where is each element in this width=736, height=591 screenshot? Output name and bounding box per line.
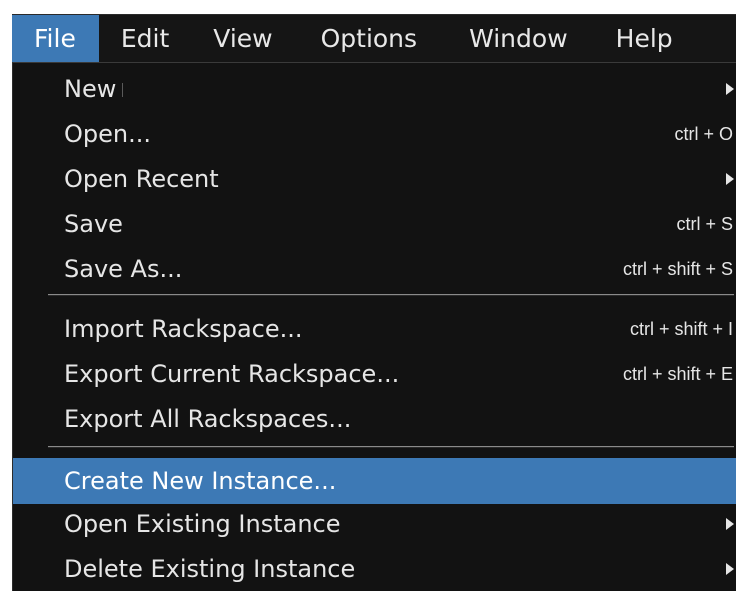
menu-help[interactable]: Help — [593, 15, 673, 62]
menu-item-label: New — [64, 66, 124, 112]
shortcut-label: ctrl + shift + S — [622, 259, 733, 279]
submenu-arrow-icon — [726, 83, 734, 95]
menu-item-open[interactable]: Open... ctrl + O — [13, 111, 736, 157]
submenu-arrow-icon — [726, 563, 734, 575]
menu-item-save-as[interactable]: Save As... ctrl + shift + S — [13, 246, 736, 292]
file-dropdown-menu: New Open... ctrl + O Open Recent Save ct… — [12, 62, 736, 591]
shortcut-label: ctrl + S — [676, 214, 733, 234]
menu-item-label: Open Existing Instance — [64, 510, 341, 538]
menu-item-save[interactable]: Save ctrl + S — [13, 201, 736, 247]
menu-item-label: Open... — [64, 120, 151, 148]
menu-item-label: Save — [64, 210, 123, 238]
menu-item-label: Delete Existing Instance — [64, 555, 356, 583]
menu-separator — [48, 294, 734, 296]
menu-item-label: Open Recent — [64, 165, 219, 193]
menu-options[interactable]: Options — [298, 15, 443, 62]
submenu-arrow-icon — [726, 518, 734, 530]
shortcut-label: ctrl + O — [674, 124, 733, 144]
menu-item-import-rackspace[interactable]: Import Rackspace... ctrl + shift + I — [13, 306, 736, 352]
menu-item-new[interactable]: New — [13, 66, 736, 112]
text-caret — [122, 83, 124, 97]
menu-bar: File Edit View Options Window Help — [12, 14, 736, 62]
menu-view[interactable]: View — [190, 15, 297, 62]
menu-item-label: Import Rackspace... — [64, 315, 303, 343]
menu-window[interactable]: Window — [443, 15, 593, 62]
menu-edit[interactable]: Edit — [99, 15, 190, 62]
menu-file[interactable]: File — [12, 15, 99, 62]
menu-item-label: Export Current Rackspace... — [64, 360, 400, 388]
menu-item-open-recent[interactable]: Open Recent — [13, 156, 736, 202]
menu-item-open-existing-instance[interactable]: Open Existing Instance — [13, 501, 736, 547]
menu-item-label: Export All Rackspaces... — [64, 405, 352, 433]
screen: File Edit View Options Window Help New O… — [0, 0, 736, 591]
menu-item-label: Save As... — [64, 255, 183, 283]
menu-item-export-current-rackspace[interactable]: Export Current Rackspace... ctrl + shift… — [13, 351, 736, 397]
menu-item-create-new-instance[interactable]: Create New Instance... — [13, 458, 736, 504]
menu-item-delete-existing-instance[interactable]: Delete Existing Instance — [13, 546, 736, 591]
menu-item-label: Create New Instance... — [64, 467, 337, 495]
shortcut-label: ctrl + shift + E — [622, 364, 733, 384]
menu-item-export-all-rackspaces[interactable]: Export All Rackspaces... — [13, 396, 736, 442]
shortcut-label: ctrl + shift + I — [629, 319, 733, 339]
submenu-arrow-icon — [726, 173, 734, 185]
menu-separator — [48, 446, 734, 448]
